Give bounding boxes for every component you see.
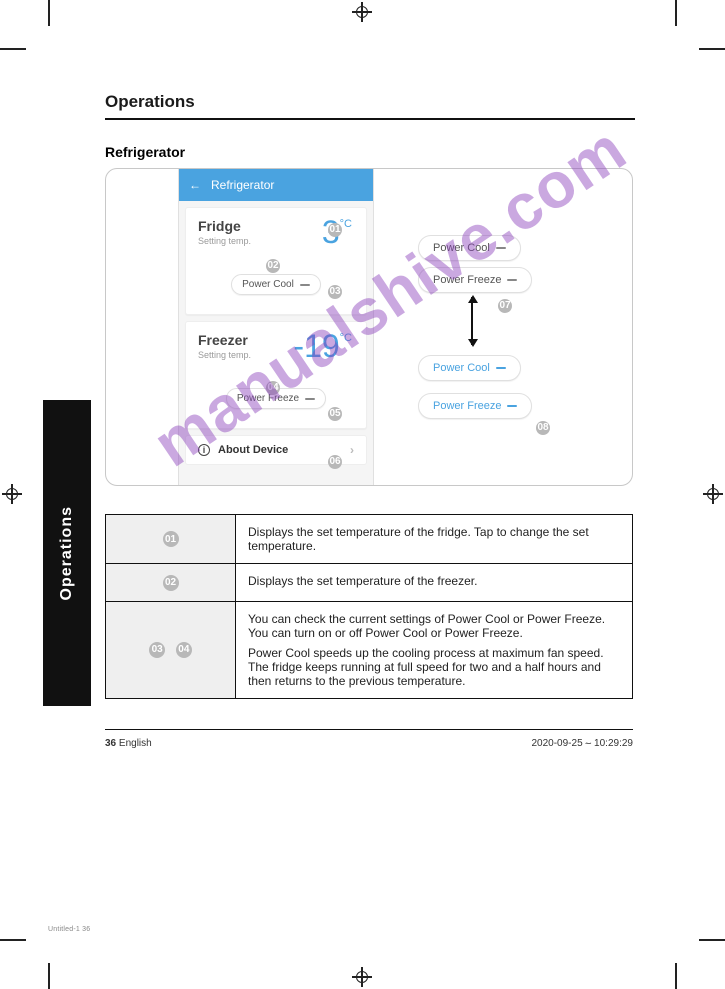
page-number: 36 — [105, 738, 116, 749]
feature-table: 01 Displays the set temperature of the f… — [105, 514, 633, 699]
cell-desc: You can check the current settings of Po… — [236, 601, 633, 698]
section-rule — [105, 118, 635, 120]
chevron-right-icon: › — [350, 443, 354, 457]
toggle-off-icon — [300, 284, 310, 286]
crop-mark — [0, 939, 26, 941]
info-icon: i — [198, 444, 210, 456]
cell-line: You can turn on or off Power Cool or Pow… — [248, 626, 620, 640]
crop-mark — [48, 0, 50, 26]
freezer-temp: -19°C — [293, 328, 352, 365]
table-row: 03 04 You can check the current settings… — [106, 601, 633, 698]
callout-07: 07 — [498, 299, 512, 313]
power-cool-pill[interactable]: Power Cool — [231, 274, 321, 295]
pill-label: Power Freeze — [433, 400, 501, 412]
callout-01: 01 — [328, 223, 342, 237]
side-tab-label: Operations — [58, 506, 76, 600]
toggle-on-icon — [496, 367, 506, 369]
callout-04: 04 — [266, 381, 280, 395]
toggle-off-icon — [507, 279, 517, 281]
footer-lang: English — [116, 738, 152, 749]
callout-02: 02 — [266, 259, 280, 273]
detail-pill-power-cool-on: Power Cool — [418, 355, 521, 381]
toggle-off-icon — [496, 247, 506, 249]
crop-mark — [0, 48, 26, 50]
indesign-slug: Untitled-1 36 — [48, 926, 90, 933]
cell-num: 02 — [106, 564, 236, 602]
callout-03: 03 — [328, 285, 342, 299]
cell-desc: Displays the set temperature of the free… — [236, 564, 633, 602]
cell-desc: Displays the set temperature of the frid… — [236, 515, 633, 564]
footer-timestamp: 2020-09-25 ؅ 10:29:29 — [531, 738, 633, 749]
cell-num: 01 — [106, 515, 236, 564]
pill-label: Power Cool — [433, 242, 490, 254]
callout-num: 01 — [163, 531, 179, 547]
toggle-off-icon — [305, 398, 315, 400]
cell-line: Power Cool speeds up the cooling process… — [248, 646, 620, 688]
footer-rule — [105, 729, 633, 730]
crop-mark — [48, 963, 50, 989]
app-title: Refrigerator — [211, 178, 274, 192]
pill-label: Power Freeze — [433, 274, 501, 286]
detail-pill-power-cool-off: Power Cool — [418, 235, 521, 261]
toggle-on-icon — [507, 405, 517, 407]
table-row: 01 Displays the set temperature of the f… — [106, 515, 633, 564]
power-cool-label: Power Cool — [242, 279, 294, 290]
freezer-temp-value: -19 — [293, 328, 339, 364]
registration-mark-icon — [354, 4, 370, 20]
freezer-temp-unit: °C — [340, 332, 352, 344]
back-arrow-icon[interactable]: ← — [189, 178, 201, 192]
callout-num: 02 — [163, 575, 179, 591]
subheading: Refrigerator — [105, 144, 635, 160]
page-footer: 36 English 2020-09-25 ؅ 10:29:29 — [105, 738, 633, 749]
crop-mark — [675, 963, 677, 989]
registration-mark-icon — [4, 486, 20, 502]
detail-pill-power-freeze-off: Power Freeze — [418, 267, 532, 293]
callout-08: 08 — [536, 421, 550, 435]
table-row: 02 Displays the set temperature of the f… — [106, 564, 633, 602]
page-body: Operations Refrigerator ← Refrigerator F… — [105, 92, 635, 749]
illustration-card: ← Refrigerator Fridge Setting temp. 3°C … — [105, 168, 633, 486]
about-label: About Device — [218, 444, 288, 456]
cell-line: You can check the current settings of Po… — [248, 612, 620, 626]
callout-05: 05 — [328, 407, 342, 421]
side-tab: Operations — [43, 400, 91, 706]
crop-mark — [699, 939, 725, 941]
cell-num: 03 04 — [106, 601, 236, 698]
pill-label: Power Cool — [433, 362, 490, 374]
phone-mock: ← Refrigerator Fridge Setting temp. 3°C … — [178, 169, 374, 486]
detail-pill-power-freeze-on: Power Freeze — [418, 393, 532, 419]
double-arrow-icon — [471, 297, 473, 345]
app-bar: ← Refrigerator — [179, 169, 373, 201]
callout-06: 06 — [328, 455, 342, 469]
footer-right: 2020-09-25 ؅ 10:29:29 — [531, 738, 633, 749]
section-title: Operations — [105, 92, 635, 112]
callout-num: 03 — [149, 642, 165, 658]
crop-mark — [675, 0, 677, 26]
callout-num: 04 — [176, 642, 192, 658]
registration-mark-icon — [705, 486, 721, 502]
registration-mark-icon — [354, 969, 370, 985]
crop-mark — [699, 48, 725, 50]
